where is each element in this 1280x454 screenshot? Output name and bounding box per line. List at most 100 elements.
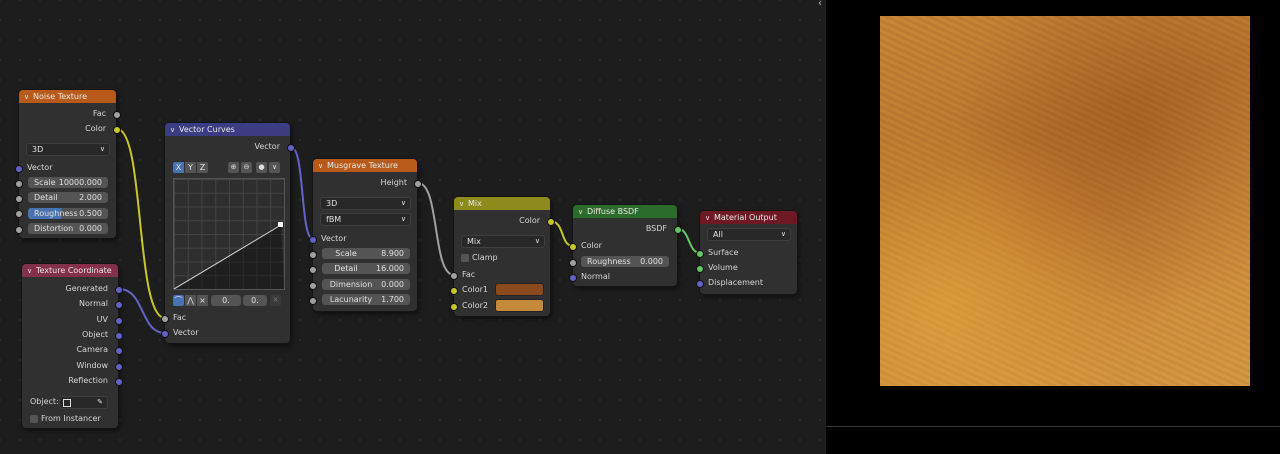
output-color-socket[interactable]	[113, 126, 121, 134]
auto-handle-icon[interactable]: ⌒	[173, 295, 184, 306]
distortion-field[interactable]: Distortion 0.000	[28, 223, 108, 234]
texture-coordinate-node[interactable]: ∨ Texture Coordinate Generated Normal UV …	[22, 264, 123, 428]
free-handle-icon[interactable]: ⨯	[197, 295, 208, 306]
diffuse-bsdf-node[interactable]: ∨ Diffuse BSDF BSDF Color Roughness 0.000 …	[569, 205, 682, 286]
vector-curves-header[interactable]: ∨ Vector Curves	[165, 123, 290, 136]
lacunarity-field[interactable]: Lacunarity 1.700	[322, 294, 410, 305]
field-label: Distortion	[34, 224, 74, 233]
collapse-chevron-icon[interactable]: ∨	[705, 212, 714, 224]
field-value: 0.000	[640, 257, 663, 266]
musgrave-texture-header[interactable]: ∨ Musgrave Texture	[313, 159, 417, 172]
tab-x[interactable]: X	[173, 162, 184, 173]
texture-coordinate-header[interactable]: ∨ Texture Coordinate	[22, 264, 118, 277]
output-vector-label: Vector	[254, 142, 281, 151]
output-vector-socket[interactable]	[287, 144, 295, 152]
object-picker-field[interactable]: ✎	[59, 396, 108, 409]
output-uv-socket[interactable]	[115, 317, 123, 325]
link-curves-vector-to-musgrave-vector	[290, 146, 314, 240]
output-bsdf-socket[interactable]	[674, 226, 682, 234]
curve-control-point[interactable]	[278, 222, 283, 227]
field-value: 16.000	[376, 264, 404, 273]
color1-swatch[interactable]	[496, 284, 543, 295]
input-vector-socket[interactable]	[161, 330, 169, 338]
output-fac-socket[interactable]	[113, 111, 121, 119]
input-vector-socket[interactable]	[309, 236, 317, 244]
eyedropper-icon[interactable]: ✎	[97, 397, 103, 408]
dimension-field[interactable]: Dimension 0.000	[322, 279, 410, 290]
input-color2-socket[interactable]	[450, 303, 458, 311]
collapse-chevron-icon[interactable]: ∨	[170, 124, 179, 136]
input-volume-socket[interactable]	[696, 265, 704, 273]
input-detail-socket[interactable]	[309, 266, 317, 274]
collapse-chevron-icon[interactable]: ∨	[318, 160, 327, 172]
input-scale-socket[interactable]	[309, 251, 317, 259]
input-fac-socket[interactable]	[161, 315, 169, 323]
input-scale-socket[interactable]	[15, 180, 23, 188]
from-instancer-label: From Instancer	[41, 414, 101, 423]
roughness-slider[interactable]: Roughness 0.500	[28, 208, 108, 219]
handle-y-field[interactable]: 0.	[243, 295, 267, 306]
scale-field[interactable]: Scale 10000.000	[28, 177, 108, 188]
output-generated-socket[interactable]	[115, 286, 123, 294]
input-color-socket[interactable]	[569, 243, 577, 251]
collapse-chevron-icon[interactable]: ∨	[24, 91, 33, 103]
zoom-in-icon[interactable]: ⊕	[228, 162, 239, 173]
blend-mode-dropdown[interactable]: Mix ∨	[461, 235, 545, 248]
input-roughness-socket[interactable]	[15, 210, 23, 218]
node-editor[interactable]: ∨ Noise Texture Fac Color 3D ∨ Vector Scal…	[0, 0, 826, 454]
handle-x-field[interactable]: 0.	[211, 295, 241, 306]
curve-mapping-graph[interactable]	[173, 178, 285, 290]
material-output-node[interactable]: ∨ Material Output All ∨ Surface Volume Dis…	[696, 211, 797, 294]
output-object-socket[interactable]	[115, 332, 123, 340]
material-output-header[interactable]: ∨ Material Output	[700, 211, 797, 224]
input-surface-socket[interactable]	[696, 250, 704, 258]
tab-z[interactable]: Z	[197, 162, 208, 173]
scale-field[interactable]: Scale 8.900	[322, 248, 410, 259]
output-height-socket[interactable]	[414, 180, 422, 188]
input-displacement-socket[interactable]	[696, 280, 704, 288]
chevron-down-icon[interactable]: ∨	[269, 162, 280, 173]
mix-header[interactable]: ∨ Mix	[454, 197, 550, 210]
musgrave-type-dropdown[interactable]: fBM ∨	[320, 213, 411, 226]
dimension-dropdown[interactable]: 3D ∨	[320, 197, 411, 210]
input-normal-socket[interactable]	[569, 274, 577, 282]
output-reflection-socket[interactable]	[115, 378, 123, 386]
collapse-chevron-icon[interactable]: ∨	[459, 198, 468, 210]
input-lacunarity-socket[interactable]	[309, 297, 317, 305]
vector-curves-node[interactable]: ∨ Vector Curves Vector X Y Z ⊕ ⊖ ● ∨ ⌒ ⋀ …	[161, 123, 295, 343]
noise-texture-header[interactable]: ∨ Noise Texture	[19, 90, 116, 103]
mix-node[interactable]: ∨ Mix Color Mix ∨ Clamp Fac Color1 Color2	[450, 197, 555, 316]
object-label: Object:	[30, 397, 59, 406]
detail-field[interactable]: Detail 2.000	[28, 192, 108, 203]
collapse-chevron-icon[interactable]: ∨	[578, 206, 587, 218]
curve-settings-icon[interactable]: ●	[256, 162, 267, 173]
input-fac-socket[interactable]	[450, 272, 458, 280]
collapse-chevron-icon[interactable]: ∨	[27, 265, 36, 277]
input-detail-socket[interactable]	[15, 195, 23, 203]
output-camera-socket[interactable]	[115, 347, 123, 355]
input-vector-socket[interactable]	[15, 165, 23, 173]
zoom-out-icon[interactable]: ⊖	[241, 162, 252, 173]
detail-field[interactable]: Detail 16.000	[322, 263, 410, 274]
color2-swatch[interactable]	[496, 300, 543, 311]
input-dimension-socket[interactable]	[309, 282, 317, 290]
dimension-dropdown[interactable]: 3D ∨	[26, 143, 110, 156]
output-window-socket[interactable]	[115, 363, 123, 371]
node-title: Noise Texture	[33, 92, 88, 101]
tab-y[interactable]: Y	[185, 162, 196, 173]
diffuse-bsdf-header[interactable]: ∨ Diffuse BSDF	[573, 205, 677, 218]
noise-texture-node[interactable]: ∨ Noise Texture Fac Color 3D ∨ Vector Scal…	[15, 90, 121, 238]
output-normal-socket[interactable]	[115, 301, 123, 309]
clamp-checkbox[interactable]	[461, 254, 469, 262]
output-color-socket[interactable]	[547, 218, 555, 226]
delete-point-icon[interactable]: ✕	[270, 295, 281, 306]
roughness-field[interactable]: Roughness 0.000	[581, 256, 669, 267]
target-dropdown[interactable]: All ∨	[707, 228, 791, 241]
input-vector-label: Vector	[321, 234, 347, 243]
input-roughness-socket[interactable]	[569, 259, 577, 267]
musgrave-texture-node[interactable]: ∨ Musgrave Texture Height 3D ∨ fBM ∨ Vector…	[309, 159, 422, 311]
input-color1-socket[interactable]	[450, 287, 458, 295]
vector-handle-icon[interactable]: ⋀	[185, 295, 196, 306]
from-instancer-checkbox[interactable]	[30, 415, 38, 423]
input-distortion-socket[interactable]	[15, 226, 23, 234]
